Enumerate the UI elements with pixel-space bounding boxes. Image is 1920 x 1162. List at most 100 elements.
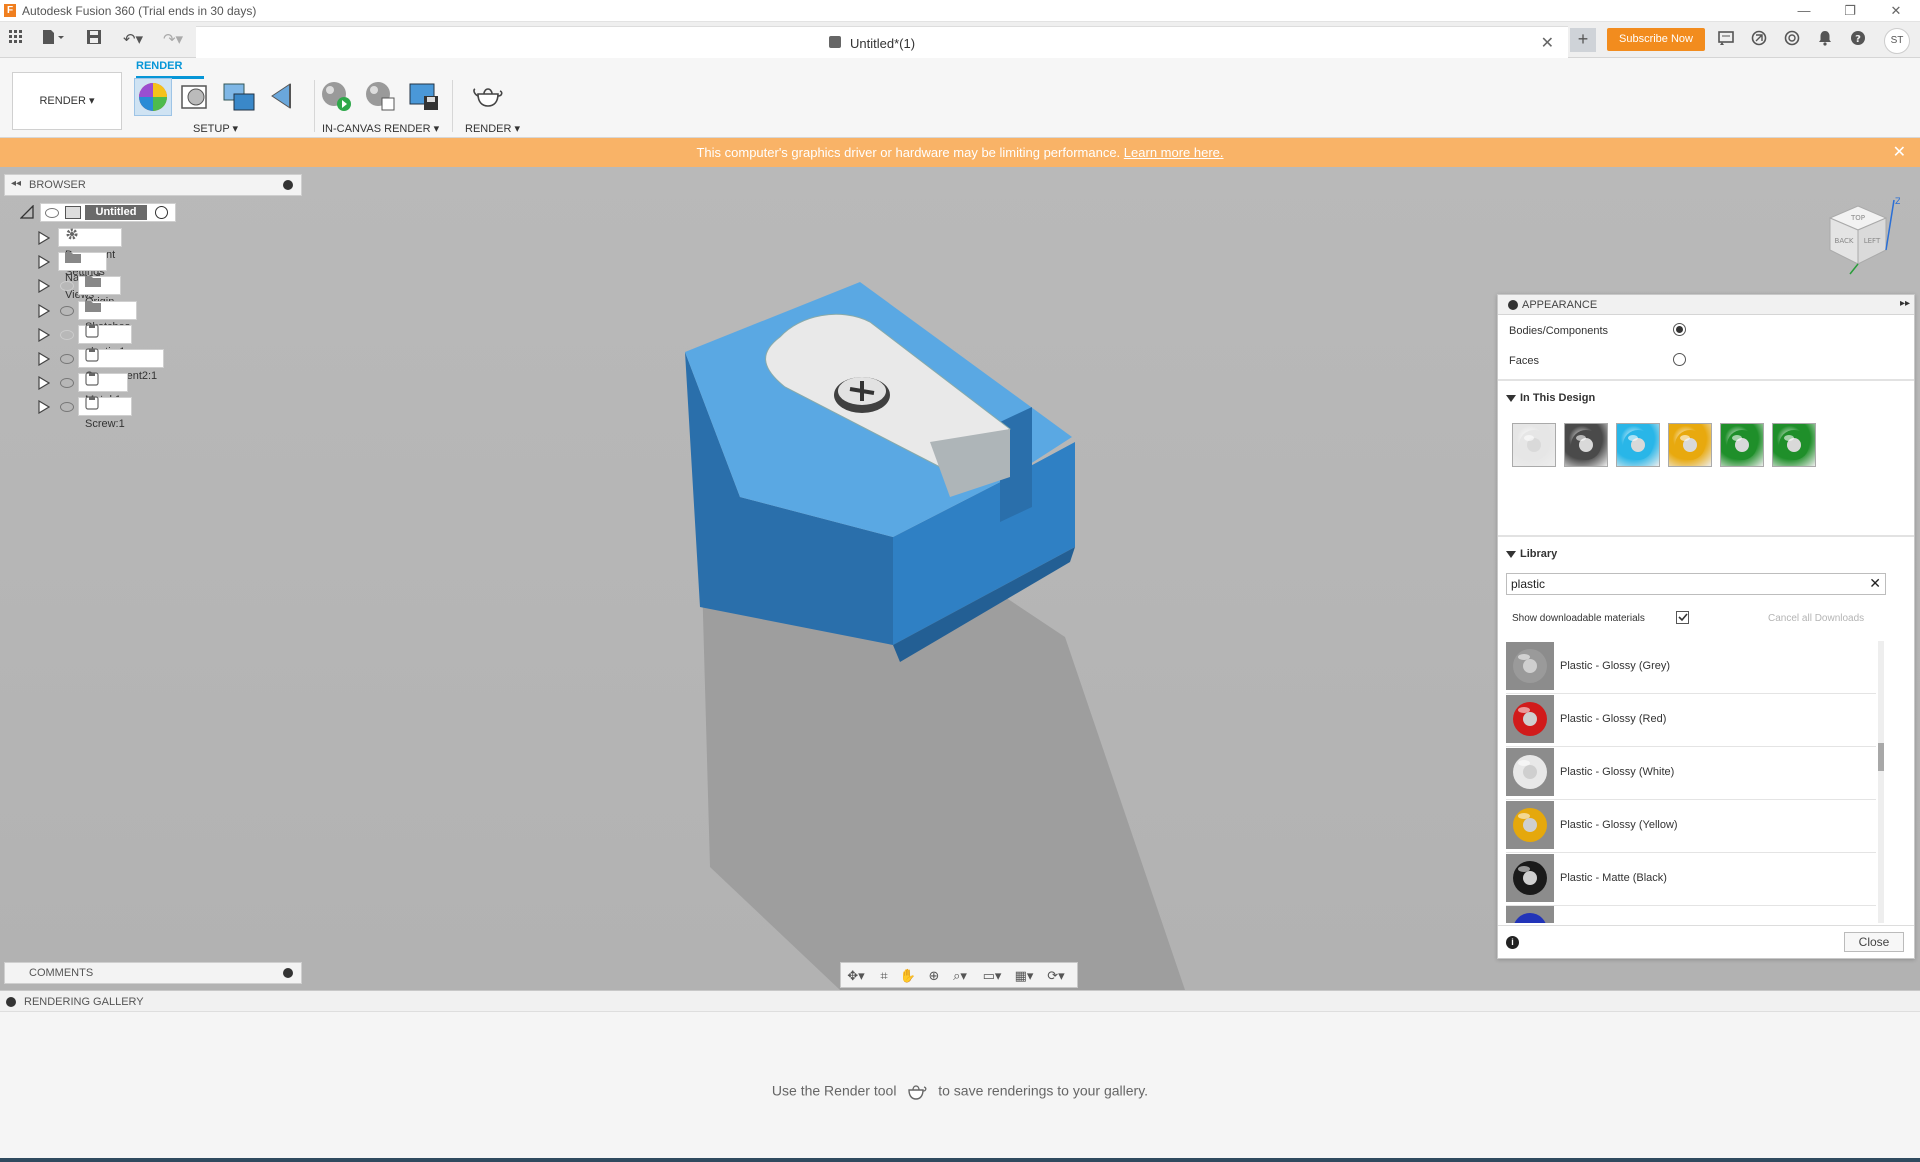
workspace-switcher[interactable]: RENDER ▾ bbox=[12, 72, 122, 130]
display-settings-icon[interactable]: ▭▾ bbox=[981, 967, 1003, 985]
tree-node-label[interactable]: Screw:1 bbox=[78, 396, 132, 430]
tree-node-label[interactable]: Named Views bbox=[58, 252, 108, 301]
appearance-header[interactable]: APPEARANCE ▸▸ bbox=[1498, 295, 1914, 315]
in-canvas-render-group-label[interactable]: IN-CANVAS RENDER ▾ bbox=[322, 122, 439, 135]
render-teapot-icon[interactable] bbox=[470, 78, 508, 116]
material-list-scrollbar[interactable] bbox=[1878, 641, 1884, 923]
minimize-button[interactable]: — bbox=[1786, 2, 1822, 20]
close-button[interactable]: Close bbox=[1844, 932, 1904, 952]
material-search-input[interactable] bbox=[1507, 574, 1847, 594]
cancel-downloads-link[interactable]: Cancel all Downloads bbox=[1768, 613, 1864, 624]
render-group-label[interactable]: RENDER ▾ bbox=[465, 122, 520, 135]
close-banner-icon[interactable]: ✕ bbox=[1893, 138, 1906, 167]
expand-node-icon[interactable] bbox=[38, 400, 51, 417]
tree-node-label[interactable]: Document Settings bbox=[58, 228, 123, 278]
tree-root-node[interactable]: Untitled bbox=[40, 203, 176, 222]
component-icon bbox=[85, 324, 99, 344]
extensions-icon[interactable] bbox=[1749, 30, 1769, 50]
expand-node-icon[interactable] bbox=[38, 351, 51, 369]
in-canvas-render-settings-icon[interactable] bbox=[362, 78, 400, 116]
material-swatch[interactable] bbox=[1616, 423, 1660, 467]
collapse-library-icon[interactable] bbox=[1506, 551, 1516, 558]
expand-node-icon[interactable] bbox=[38, 255, 51, 272]
rendering-gallery-header[interactable]: RENDERING GALLERY bbox=[0, 990, 1920, 1012]
visibility-eye-icon[interactable] bbox=[60, 354, 74, 364]
info-icon[interactable]: i bbox=[1506, 936, 1519, 949]
tree-node-label[interactable]: Sketches bbox=[78, 300, 138, 333]
visibility-eye-icon[interactable] bbox=[60, 329, 74, 340]
tree-node-label[interactable]: Origin bbox=[78, 276, 122, 308]
material-swatch[interactable] bbox=[1668, 423, 1712, 467]
apply-faces-radio[interactable] bbox=[1673, 353, 1686, 366]
save-icon[interactable] bbox=[84, 28, 104, 52]
show-downloadable-checkbox[interactable] bbox=[1676, 611, 1689, 624]
material-list-item[interactable]: Plastic - Glossy (Grey) bbox=[1506, 641, 1876, 694]
environment-library-icon[interactable] bbox=[220, 78, 258, 116]
viewports-icon[interactable]: ⟳▾ bbox=[1045, 967, 1067, 985]
orbit-icon[interactable]: ✥▾ bbox=[845, 967, 867, 985]
redo-icon[interactable]: ↷▾ bbox=[158, 28, 188, 52]
data-panel-grid-icon[interactable] bbox=[6, 28, 26, 52]
expand-node-icon[interactable] bbox=[38, 327, 51, 345]
tree-node-label[interactable]: plastic:1 bbox=[78, 324, 133, 358]
browser-pin-icon[interactable] bbox=[283, 180, 293, 190]
scene-settings-icon[interactable] bbox=[134, 78, 172, 116]
view-cube[interactable]: TOP BACK LEFT Z bbox=[1820, 196, 1900, 276]
tab-render[interactable]: RENDER bbox=[136, 60, 182, 72]
file-menu-icon[interactable] bbox=[38, 28, 68, 52]
job-status-icon[interactable] bbox=[1716, 30, 1736, 50]
material-swatch[interactable] bbox=[1564, 423, 1608, 467]
in-canvas-render-icon[interactable] bbox=[318, 78, 356, 116]
material-search-field[interactable]: ✕ bbox=[1506, 573, 1886, 595]
undo-icon[interactable]: ↶▾ bbox=[118, 28, 148, 52]
apply-bodies-radio[interactable] bbox=[1673, 323, 1686, 336]
material-list-item[interactable]: Plastic - Glossy (Red) bbox=[1506, 694, 1876, 747]
texture-map-icon[interactable] bbox=[264, 78, 302, 116]
add-comment-icon[interactable] bbox=[283, 968, 293, 978]
gallery-pin-icon[interactable] bbox=[6, 997, 16, 1007]
material-swatch[interactable] bbox=[1720, 423, 1764, 467]
visibility-eye-icon[interactable] bbox=[60, 305, 74, 316]
visibility-eye-icon[interactable] bbox=[45, 208, 59, 218]
comments-panel[interactable]: COMMENTS bbox=[4, 962, 302, 984]
pan-hand-icon[interactable]: ✋ bbox=[897, 967, 919, 985]
capture-image-icon[interactable] bbox=[406, 78, 444, 116]
expand-node-icon[interactable] bbox=[38, 303, 51, 321]
material-list-item[interactable]: Plastic - Glossy (White) bbox=[1506, 747, 1876, 800]
material-list-item[interactable]: Plastic - Glossy (Yellow) bbox=[1506, 800, 1876, 853]
clear-search-icon[interactable]: ✕ bbox=[1869, 575, 1881, 592]
look-at-icon[interactable]: ⌗ bbox=[873, 967, 895, 985]
browser-panel-header[interactable]: ◂◂ BROWSER bbox=[4, 174, 302, 196]
expand-node-icon[interactable] bbox=[38, 376, 51, 393]
collapse-browser-icon[interactable]: ◂◂ bbox=[11, 178, 21, 189]
notifications-bell-icon[interactable] bbox=[1815, 30, 1835, 50]
tree-node-label[interactable]: Component2:1 bbox=[78, 348, 165, 382]
expand-node-icon[interactable] bbox=[38, 279, 51, 296]
grid-icon[interactable]: ▦▾ bbox=[1013, 967, 1035, 985]
expand-node-icon[interactable] bbox=[38, 230, 51, 248]
subscribe-now-button[interactable]: Subscribe Now bbox=[1607, 28, 1705, 51]
fit-icon[interactable]: ⌕▾ bbox=[949, 967, 971, 985]
document-tab[interactable]: Untitled*(1) ✕ bbox=[196, 26, 1568, 58]
tree-root-expander-icon[interactable] bbox=[19, 204, 34, 222]
material-swatch[interactable] bbox=[1772, 423, 1816, 467]
activate-radio-icon[interactable] bbox=[155, 206, 168, 219]
new-tab-button[interactable]: + bbox=[1570, 28, 1596, 52]
collapse-in-design-icon[interactable] bbox=[1506, 395, 1516, 402]
help-icon[interactable]: ? bbox=[1848, 30, 1868, 50]
material-list-item[interactable]: Plastic - Matte (Black) bbox=[1506, 853, 1876, 906]
tree-node-label[interactable]: Metal:1 bbox=[78, 372, 129, 406]
window-close-button[interactable]: ✕ bbox=[1878, 2, 1914, 20]
learn-more-link[interactable]: Learn more here. bbox=[1124, 145, 1224, 160]
material-list-item-partial[interactable] bbox=[1506, 906, 1876, 923]
online-status-icon[interactable] bbox=[1782, 30, 1802, 50]
maximize-button[interactable]: ❐ bbox=[1832, 2, 1868, 20]
material-swatch[interactable] bbox=[1512, 423, 1556, 467]
expand-dialog-icon[interactable]: ▸▸ bbox=[1900, 298, 1910, 309]
user-avatar[interactable]: ST bbox=[1884, 28, 1910, 54]
setup-group-label[interactable]: SETUP ▾ bbox=[193, 122, 238, 135]
zoom-icon[interactable]: ⊕ bbox=[923, 967, 945, 985]
dialog-pin-icon[interactable] bbox=[1508, 300, 1518, 310]
close-tab-icon[interactable]: ✕ bbox=[1541, 33, 1554, 53]
appearance-icon[interactable] bbox=[178, 78, 216, 116]
